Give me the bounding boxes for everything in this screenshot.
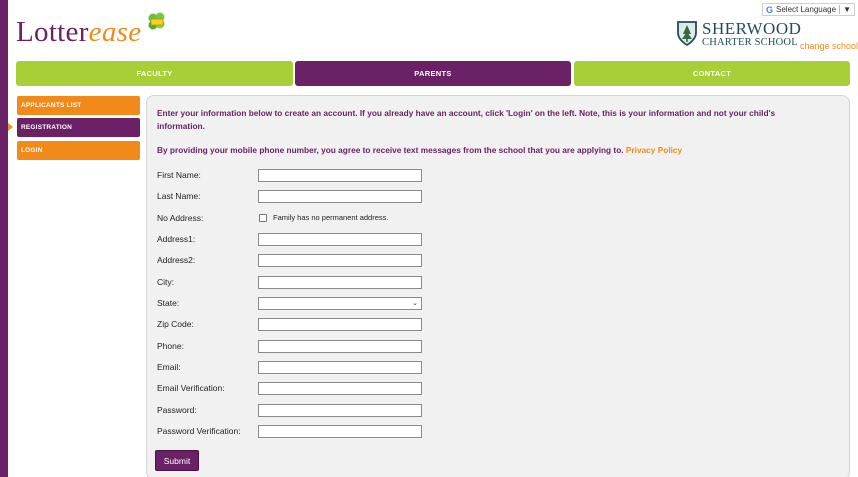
active-item-arrow-icon	[8, 123, 13, 131]
sidebar-item-applicants-list[interactable]: APPLICANTS LIST	[17, 96, 140, 115]
language-divider	[839, 5, 841, 14]
city-label: City:	[157, 277, 174, 287]
password-verification-row: Password Verification:	[157, 424, 422, 438]
last-name-row: Last Name:	[157, 189, 422, 203]
state-select[interactable]: ⌄	[258, 296, 422, 310]
city-row: City:	[157, 275, 422, 289]
address1-row: Address1:	[157, 232, 422, 246]
no-address-label: No Address:	[157, 213, 204, 223]
last-name-label: Last Name:	[157, 191, 201, 201]
email-verification-label: Email Verification:	[157, 383, 225, 393]
chevron-down-icon: ▼	[843, 5, 851, 14]
last-name-input[interactable]	[258, 189, 422, 203]
email-verification-row: Email Verification:	[157, 381, 422, 395]
page: Lotterease G Select Language ▼ SHERWOOD …	[8, 0, 858, 477]
address2-label: Address2:	[157, 255, 196, 265]
chevron-down-icon: ⌄	[412, 300, 418, 307]
first-name-input[interactable]	[258, 168, 422, 182]
phone-row: Phone:	[157, 339, 422, 353]
language-selector[interactable]: G Select Language ▼	[762, 3, 855, 16]
school-name: SHERWOOD	[702, 19, 802, 38]
email-row: Email:	[157, 360, 422, 374]
sms-consent-text: By providing your mobile phone number, y…	[157, 145, 683, 155]
password-label: Password:	[157, 405, 197, 415]
state-row: State: ⌄	[157, 296, 422, 310]
sidebar-item-login[interactable]: LOGIN	[17, 141, 140, 160]
password-verification-label: Password Verification:	[157, 426, 241, 436]
no-address-row: No Address: Family has no permanent addr…	[157, 212, 388, 224]
privacy-policy-link[interactable]: Privacy Policy	[626, 145, 682, 155]
registration-panel: Enter your information below to create a…	[146, 95, 850, 477]
google-icon: G	[766, 4, 774, 15]
email-label: Email:	[157, 362, 181, 372]
school-subname: CHARTER SCHOOL	[702, 37, 798, 48]
no-address-checkbox[interactable]	[259, 214, 267, 222]
phone-label: Phone:	[157, 341, 184, 351]
address2-input[interactable]	[258, 253, 422, 267]
sidebar-item-registration[interactable]: REGISTRATION	[17, 118, 140, 137]
nav-contact[interactable]: CONTACT	[574, 61, 850, 86]
first-name-label: First Name:	[157, 170, 201, 180]
first-name-row: First Name:	[157, 168, 422, 182]
zip-label: Zip Code:	[157, 319, 194, 329]
city-input[interactable]	[258, 275, 422, 289]
address1-label: Address1:	[157, 234, 196, 244]
nav-parents[interactable]: PARENTS	[295, 61, 571, 86]
address2-row: Address2:	[157, 253, 422, 267]
zip-row: Zip Code:	[157, 317, 422, 331]
shield-icon	[677, 21, 697, 47]
lotterease-logo[interactable]: Lotterease	[16, 16, 141, 49]
password-input[interactable]	[258, 403, 422, 417]
intro-text: Enter your information below to create a…	[157, 108, 776, 131]
password-verification-input[interactable]	[258, 424, 422, 438]
clover-icon	[148, 12, 165, 30]
zip-input[interactable]	[258, 317, 422, 331]
state-label: State:	[157, 298, 180, 308]
email-input[interactable]	[258, 360, 422, 374]
school-logo: SHERWOOD CHARTER SCHOOL	[676, 20, 801, 49]
change-school-link[interactable]: change school	[800, 41, 858, 51]
phone-input[interactable]	[258, 339, 422, 353]
address1-input[interactable]	[258, 232, 422, 246]
password-row: Password:	[157, 403, 422, 417]
no-address-checkbox-label: Family has no permanent address.	[273, 213, 389, 222]
email-verification-input[interactable]	[258, 381, 422, 395]
language-label: Select Language	[776, 5, 837, 14]
nav-faculty[interactable]: FACULTY	[16, 61, 293, 86]
submit-button[interactable]: Submit	[155, 450, 199, 471]
